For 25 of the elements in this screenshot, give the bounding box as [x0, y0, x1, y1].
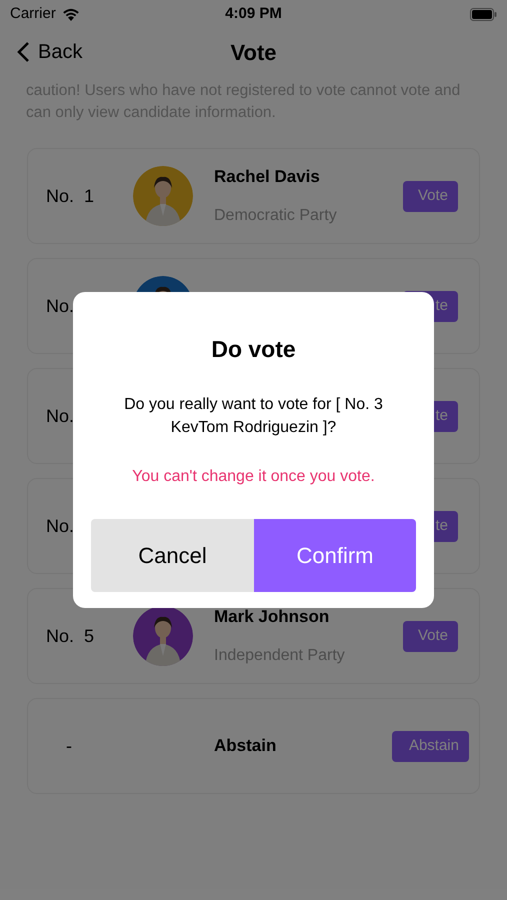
confirm-button[interactable]: Confirm: [254, 518, 416, 592]
cancel-button[interactable]: Cancel: [91, 518, 254, 592]
candidate-name: Mark Johnson: [214, 606, 330, 628]
dialog-message: Do you really want to vote for [ No. 3 KevTom Rodriguezin ]?: [123, 394, 384, 438]
candidate-name: Rachel Davis: [214, 166, 321, 188]
candidate-number: -: [66, 734, 73, 758]
vote-button[interactable]: Vote: [403, 180, 458, 212]
candidate-card[interactable]: - Abstain Abstain: [27, 698, 480, 794]
abstain-button[interactable]: Abstain: [392, 730, 469, 762]
candidate-name: Abstain: [214, 735, 278, 758]
status-time: 4:09 PM: [225, 4, 282, 24]
candidate-number: No. 1: [46, 184, 96, 208]
candidate-number: No.: [46, 294, 76, 318]
page-title: Vote: [230, 38, 277, 66]
dialog-title: Do vote: [211, 335, 296, 364]
candidate-number: No.: [46, 514, 76, 538]
back-button[interactable]: Back: [16, 37, 82, 67]
candidate-number: No. 5: [46, 624, 96, 648]
dialog-warning: You can't change it once you vote.: [132, 466, 375, 486]
wifi-icon: [62, 8, 80, 20]
carrier-label: Carrier: [10, 4, 56, 24]
chevron-left-icon: [16, 41, 30, 63]
candidate-number: No.: [46, 404, 76, 428]
battery-icon: [470, 8, 497, 20]
vote-button[interactable]: Vote: [403, 620, 458, 652]
